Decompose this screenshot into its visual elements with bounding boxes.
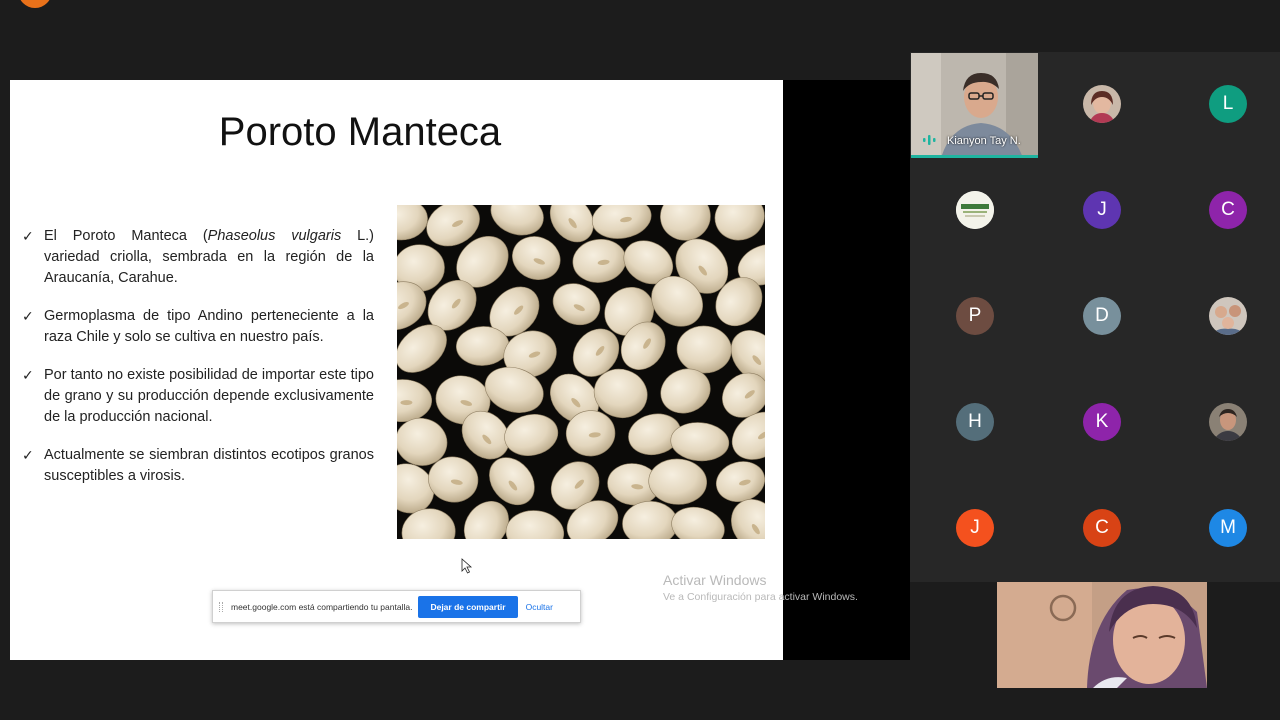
checkmark-icon: ✓	[22, 447, 34, 463]
participant-tile-speaker[interactable]: Kianyon Tay N.	[911, 53, 1038, 158]
participant-tile[interactable]	[913, 158, 1037, 262]
participant-avatar: J	[1083, 191, 1121, 229]
windows-activation-subtitle: Ve a Configuración para activar Windows.	[663, 591, 858, 603]
participant-tile[interactable]: L	[1166, 52, 1280, 156]
presentation-stage: Poroto Manteca ✓ El Poroto Manteca (Phas…	[10, 80, 910, 660]
bullet-text: Germoplasma de tipo Andino perteneciente…	[44, 308, 374, 345]
slide-bullet-list: ✓ El Poroto Manteca (Phaseolus vulgaris …	[22, 226, 374, 504]
participant-photo-avatar	[1209, 297, 1247, 335]
speaking-indicator-icon	[923, 135, 936, 145]
participant-tile[interactable]: M	[1166, 476, 1280, 580]
participant-avatar: C	[1083, 509, 1121, 547]
mouse-cursor-icon	[461, 558, 473, 574]
presentation-slide: Poroto Manteca ✓ El Poroto Manteca (Phas…	[10, 80, 858, 660]
participant-tile[interactable]: D	[1040, 264, 1164, 368]
participant-avatar: J	[956, 509, 994, 547]
participants-grid: Kianyon Tay N. L J C P D H K J C M	[910, 52, 1280, 582]
participant-avatar: L	[1209, 85, 1247, 123]
participant-photo-avatar	[1083, 85, 1121, 123]
slide-bullet-3: ✓ Por tanto no existe posibilidad de imp…	[22, 365, 374, 428]
slide-title: Poroto Manteca	[218, 110, 502, 154]
slide-bullet-4: ✓ Actualmente se siembran distintos ecot…	[22, 445, 374, 487]
participant-logo-avatar	[956, 191, 994, 229]
drag-handle-icon[interactable]	[219, 601, 223, 612]
participant-tile[interactable]: J	[1040, 158, 1164, 262]
self-view-video[interactable]	[997, 582, 1207, 688]
share-message: meet.google.com está compartiendo tu pan…	[231, 601, 413, 612]
hide-button[interactable]: Ocultar	[526, 602, 553, 612]
app-logo	[18, 0, 52, 8]
participant-photo-avatar	[1209, 403, 1247, 441]
speaker-name-label: Kianyon Tay N.	[947, 135, 1021, 147]
slide-bullet-2: ✓ Germoplasma de tipo Andino pertenecien…	[22, 306, 374, 348]
bullet-text-pre: El Poroto Manteca (	[44, 228, 208, 244]
participant-avatar: P	[956, 297, 994, 335]
participant-tile[interactable]: C	[1166, 158, 1280, 262]
participant-avatar: M	[1209, 509, 1247, 547]
participant-tile[interactable]	[1166, 370, 1280, 474]
participant-tile[interactable]: P	[913, 264, 1037, 368]
participant-avatar: D	[1083, 297, 1121, 335]
meeting-title	[66, 0, 226, 3]
windows-activation-title: Activar Windows	[663, 572, 767, 588]
participant-avatar: C	[1209, 191, 1247, 229]
meet-window: Poroto Manteca ✓ El Poroto Manteca (Phas…	[0, 0, 1280, 720]
participant-avatar: K	[1083, 403, 1121, 441]
screen-share-bar: meet.google.com está compartiendo tu pan…	[212, 590, 581, 623]
participant-avatar: H	[956, 403, 994, 441]
self-view-image	[997, 582, 1207, 688]
participant-tile[interactable]	[1166, 264, 1280, 368]
bullet-text-italic: Phaseolus vulgaris	[207, 228, 342, 244]
checkmark-icon: ✓	[22, 308, 34, 324]
participant-tile[interactable]	[1040, 52, 1164, 156]
participant-tile[interactable]: J	[913, 476, 1037, 580]
participant-tile[interactable]: H	[913, 370, 1037, 474]
participant-tile[interactable]: C	[1040, 476, 1164, 580]
stop-sharing-button[interactable]: Dejar de compartir	[418, 595, 518, 618]
participant-tile[interactable]: K	[1040, 370, 1164, 474]
checkmark-icon: ✓	[22, 228, 34, 244]
beans-image	[397, 205, 765, 539]
checkmark-icon: ✓	[22, 367, 34, 383]
bullet-text: Por tanto no existe posibilidad de impor…	[44, 367, 374, 425]
bullet-text: Actualmente se siembran distintos ecotip…	[44, 447, 374, 484]
slide-bullet-1: ✓ El Poroto Manteca (Phaseolus vulgaris …	[22, 226, 374, 289]
beans-photo	[397, 205, 765, 539]
